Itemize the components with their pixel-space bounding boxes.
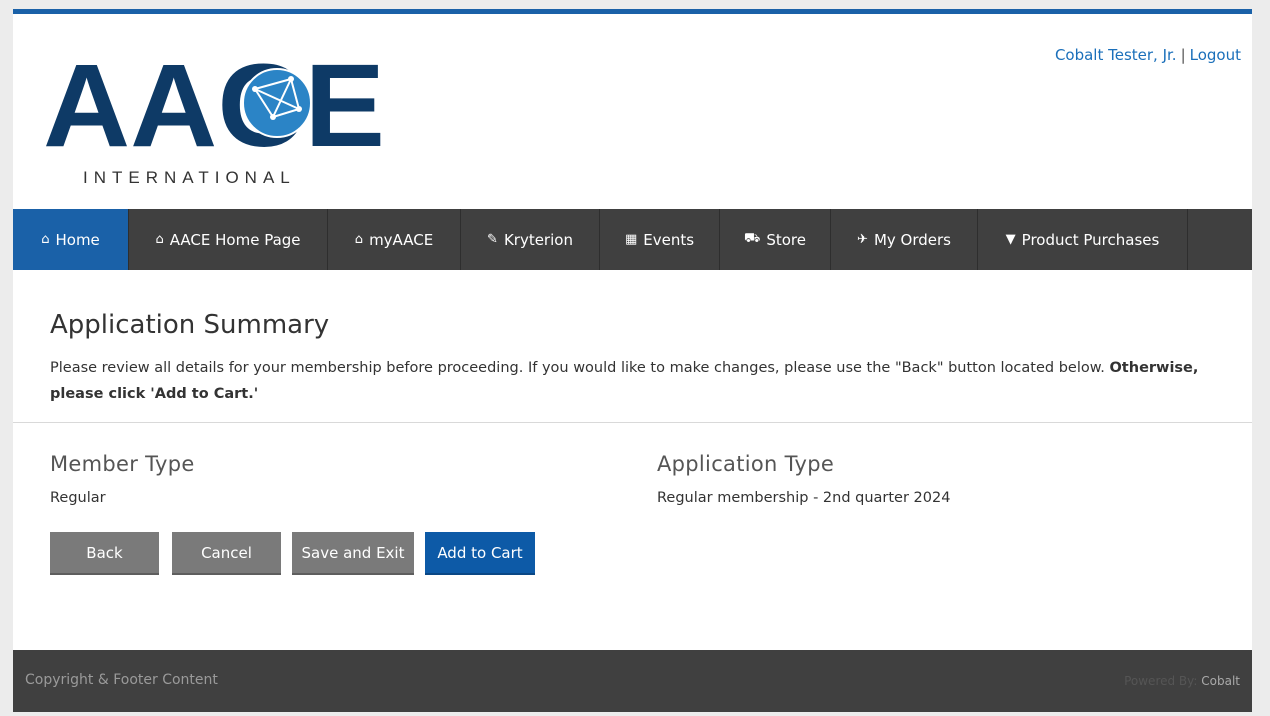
powered-by: Powered By: Cobalt bbox=[1124, 674, 1240, 688]
logout-link[interactable]: Logout bbox=[1190, 46, 1241, 64]
page: AACE INTERNATIONAL Cobalt Tester, Jr. | Lo… bbox=[13, 9, 1252, 712]
top-accent-bar bbox=[13, 9, 1252, 14]
intro-text: Please review all details for your membe… bbox=[50, 355, 1220, 407]
nav-item-label: Home bbox=[55, 230, 100, 249]
nav-item-aace-home-page[interactable]: ⌂ AACE Home Page bbox=[129, 209, 328, 270]
home-icon: ⌂ bbox=[155, 232, 164, 247]
member-type-value: Regular bbox=[50, 490, 106, 506]
edit-icon: ✎ bbox=[487, 232, 498, 247]
nav-item-label: AACE Home Page bbox=[169, 230, 301, 249]
main-nav: ⌂ Home ⌂ AACE Home Page ⌂ myAACE ✎ Kryterion… bbox=[13, 209, 1252, 270]
logo-wordmark: AACE bbox=[43, 51, 385, 172]
nav-item-label: Kryterion bbox=[503, 230, 573, 249]
page-title: Application Summary bbox=[50, 310, 330, 340]
nav-item-product-purchases[interactable]: ▼ Product Purchases bbox=[978, 209, 1188, 270]
user-name-link[interactable]: Cobalt Tester, Jr. bbox=[1055, 46, 1177, 64]
nav-item-label: Events bbox=[643, 230, 695, 249]
nav-item-label: Store bbox=[766, 230, 806, 249]
save-and-exit-button[interactable]: Save and Exit bbox=[292, 532, 414, 575]
nav-item-label: myAACE bbox=[369, 230, 434, 249]
nav-item-events[interactable]: ▦ Events bbox=[600, 209, 720, 270]
footer-copyright: Copyright & Footer Content bbox=[25, 672, 218, 688]
home-icon: ⌂ bbox=[354, 232, 364, 247]
nav-item-myaace[interactable]: ⌂ myAACE bbox=[328, 209, 461, 270]
user-links: Cobalt Tester, Jr. | Logout bbox=[1055, 46, 1241, 64]
home-icon: ⌂ bbox=[41, 232, 50, 247]
calendar-icon: ▦ bbox=[624, 232, 638, 247]
cancel-button[interactable]: Cancel bbox=[172, 532, 281, 575]
member-type-heading: Member Type bbox=[50, 452, 195, 476]
powered-by-label: Powered By: bbox=[1124, 674, 1198, 688]
cart-icon: ⛟ bbox=[743, 231, 761, 246]
nav-item-label: My Orders bbox=[873, 230, 951, 249]
back-button[interactable]: Back bbox=[50, 532, 159, 575]
nav-item-my-orders[interactable]: ✈ My Orders bbox=[831, 209, 978, 270]
nav-item-kryterion[interactable]: ✎ Kryterion bbox=[461, 209, 600, 270]
section-divider bbox=[13, 422, 1252, 423]
powered-by-brand[interactable]: Cobalt bbox=[1201, 674, 1240, 688]
nav-item-store[interactable]: ⛟ Store bbox=[720, 209, 831, 270]
intro-text-body: Please review all details for your membe… bbox=[50, 360, 1105, 376]
pin-icon: ✈ bbox=[857, 232, 868, 247]
glass-icon: ▼ bbox=[1005, 232, 1016, 247]
application-type-heading: Application Type bbox=[657, 452, 835, 476]
logo-subtext: INTERNATIONAL bbox=[83, 168, 296, 186]
nav-item-label: Product Purchases bbox=[1021, 230, 1160, 249]
application-type-value: Regular membership - 2nd quarter 2024 bbox=[657, 490, 951, 506]
add-to-cart-button[interactable]: Add to Cart bbox=[425, 532, 535, 575]
nav-item-home[interactable]: ⌂ Home bbox=[13, 209, 129, 270]
link-separator: | bbox=[1180, 46, 1186, 64]
aace-logo[interactable]: AACE INTERNATIONAL bbox=[43, 51, 388, 186]
footer: Copyright & Footer Content Powered By: C… bbox=[13, 650, 1252, 712]
